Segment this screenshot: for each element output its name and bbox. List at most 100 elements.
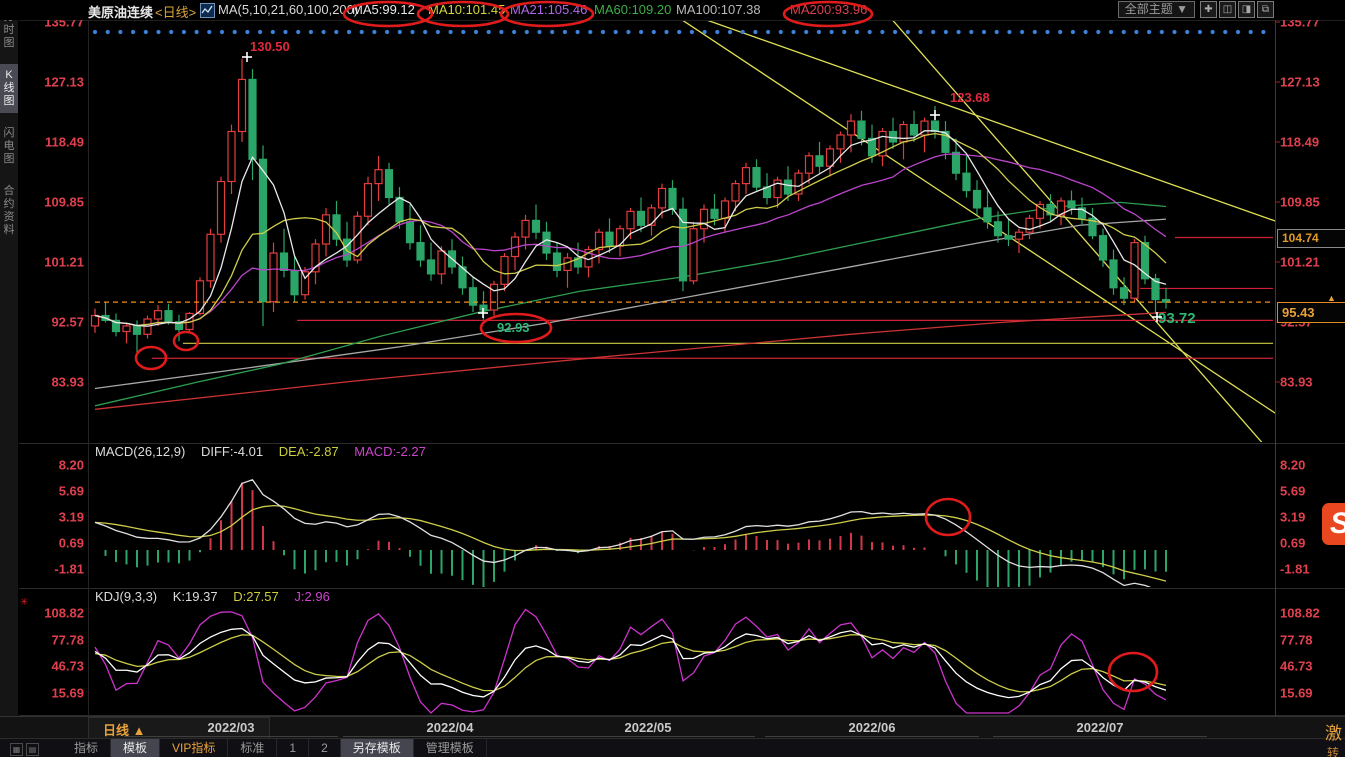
trading-app-window: 美原油连续 <日线> MA(5,10,21,60,100,200) MA5:99… [0, 0, 1345, 757]
left-sidebar: 分时图K线图闪电图合约资料 [0, 0, 19, 716]
macd-axis-label: 8.20 [18, 457, 84, 472]
macd-dea-value: DEA:-2.87 [279, 444, 339, 459]
chevron-down-icon: ▼ [1176, 2, 1188, 16]
price-axis-label: 101.21 [1280, 255, 1320, 270]
bottom-tab-另存模板[interactable]: 另存模板 [341, 739, 414, 757]
list-layout-icon[interactable]: ▤ [26, 743, 39, 756]
macd-axis-label: -1.81 [18, 561, 84, 576]
bottom-tab-VIP指标[interactable]: VIP指标 [160, 739, 228, 757]
extreme-price-label: 130.50 [250, 39, 290, 54]
ma-value-label: MA200:93.96 [790, 2, 867, 17]
extreme-price-label: 92.93 [497, 320, 530, 335]
price-axis-label: 127.13 [18, 75, 84, 90]
floating-button-1[interactable]: 激 [1325, 719, 1342, 744]
macd-axis-label: 0.69 [1280, 535, 1305, 550]
macd-axis-label: 3.19 [1280, 509, 1305, 524]
sidebar-tab-K线图[interactable]: K线图 [0, 64, 18, 113]
month-label: 2022/05 [625, 720, 672, 735]
extreme-price-label: 123.68 [950, 90, 990, 105]
month-underline [124, 736, 338, 737]
price-axis-label: 127.13 [1280, 75, 1320, 90]
month-underline [993, 736, 1207, 737]
left-axis-line [88, 20, 89, 716]
extreme-price-label: 93.72 [1158, 310, 1196, 327]
split-window-icon[interactable]: ◨ [1238, 1, 1255, 18]
kline-chart-icon [200, 3, 215, 18]
tile-window-icon[interactable]: ◫ [1219, 1, 1236, 18]
popout-window-icon[interactable]: ⧉ [1257, 1, 1274, 18]
bottom-tab-管理模板[interactable]: 管理模板 [414, 739, 487, 757]
kdj-j-value: J:2.96 [294, 589, 329, 604]
month-label: 2022/07 [1077, 720, 1124, 735]
sidebar-tab-闪电图[interactable]: 闪电图 [0, 122, 18, 171]
kdj-k-value: K:19.37 [173, 589, 218, 604]
ma-value-label: MA60:109.20 [594, 2, 671, 17]
ma-value-label: MA100:107.38 [676, 2, 761, 17]
price-axis-label: 83.93 [18, 375, 84, 390]
bottom-tab-bar: ▦ ▤ 指标模板VIP指标标准12另存模板管理模板 [0, 738, 1345, 757]
month-underline [343, 736, 557, 737]
kdj-axis-label: 46.73 [18, 659, 84, 674]
month-underline [765, 736, 979, 737]
ma-value-label: MA21:105.46 [510, 2, 587, 17]
price-tag-10474: 104.74 [1277, 229, 1345, 248]
month-underline [541, 736, 755, 737]
macd-header: MACD(26,12,9) DIFF:-4.01 DEA:-2.87 MACD:… [95, 444, 438, 459]
macd-diff-value: DIFF:-4.01 [201, 444, 263, 459]
macd-axis-label: -1.81 [1280, 561, 1310, 576]
period-selector[interactable]: <日线> [155, 2, 196, 21]
grid-layout-icon[interactable]: ▦ [10, 743, 23, 756]
macd-axis-label: 0.69 [18, 535, 84, 550]
price-axis-label: 118.49 [1280, 135, 1319, 150]
kdj-title: KDJ(9,3,3) [95, 589, 157, 604]
kdj-header: KDJ(9,3,3) K:19.37 D:27.57 J:2.96 [95, 589, 342, 604]
month-label: 2022/06 [849, 720, 896, 735]
kdj-axis-label: 77.78 [18, 632, 84, 647]
month-label: 2022/04 [427, 720, 474, 735]
price-axis-label: 83.93 [1280, 375, 1313, 390]
theme-dropdown-label: 全部主题 [1125, 2, 1173, 16]
kdj-axis-label: 108.82 [1280, 606, 1320, 621]
bottom-tab-1[interactable]: 1 [277, 739, 309, 757]
kdj-settings-icon[interactable]: ✳ [20, 597, 28, 608]
kdj-axis-label: 77.78 [1280, 632, 1313, 647]
theme-dropdown-button[interactable]: 全部主题 ▼ [1118, 1, 1195, 18]
month-label: 2022/03 [208, 720, 255, 735]
kdj-axis-label: 46.73 [1280, 659, 1313, 674]
price-axis-label: 109.85 [1280, 195, 1320, 210]
macd-axis-label: 5.69 [1280, 483, 1305, 498]
floating-button-2[interactable]: 转 [1327, 744, 1339, 757]
ma-value-label: MA10:101.45 [428, 2, 505, 17]
kdj-panel[interactable] [88, 590, 1275, 714]
main-chart-panel[interactable] [88, 20, 1275, 443]
top-toolbar: 美原油连续 <日线> MA(5,10,21,60,100,200) MA5:99… [0, 0, 1345, 20]
macd-macd-value: MACD:-2.27 [354, 444, 426, 459]
time-axis-bar: 日线 ▲ 2022/032022/042022/052022/062022/07 [0, 716, 1345, 739]
macd-axis-label: 8.20 [1280, 457, 1305, 472]
macd-axis-label: 3.19 [18, 509, 84, 524]
kdj-axis-label: 15.69 [18, 685, 84, 700]
macd-panel[interactable] [88, 446, 1275, 586]
floating-s-badge[interactable]: S [1322, 503, 1345, 545]
bottom-tab-模板[interactable]: 模板 [111, 739, 160, 757]
price-axis-label: 92.57 [18, 315, 84, 330]
current-price-tag: 95.43 [1277, 302, 1345, 323]
ma-value-label: MA5:99.12 [352, 2, 415, 17]
sidebar-tab-合约资料[interactable]: 合约资料 [0, 180, 18, 242]
bottom-tabs: 指标模板VIP指标标准12另存模板管理模板 [62, 739, 487, 757]
symbol-name[interactable]: 美原油连续 [88, 2, 153, 21]
crosshair-icon[interactable]: ✚ [1200, 1, 1217, 18]
ma-params-label: MA(5,10,21,60,100,200) [218, 2, 358, 17]
price-axis-label: 118.49 [18, 135, 84, 150]
kdj-d-value: D:27.57 [233, 589, 279, 604]
bottom-tab-指标[interactable]: 指标 [62, 739, 111, 757]
macd-title: MACD(26,12,9) [95, 444, 185, 459]
right-axis-line [1275, 20, 1276, 716]
current-price-arrow-icon: ▲ [1327, 293, 1336, 303]
price-axis-label: 101.21 [18, 255, 84, 270]
macd-axis-label: 5.69 [18, 483, 84, 498]
price-axis-label: 109.85 [18, 195, 84, 210]
kdj-axis-label: 15.69 [1280, 685, 1313, 700]
bottom-tab-标准[interactable]: 标准 [228, 739, 277, 757]
bottom-tab-2[interactable]: 2 [309, 739, 341, 757]
